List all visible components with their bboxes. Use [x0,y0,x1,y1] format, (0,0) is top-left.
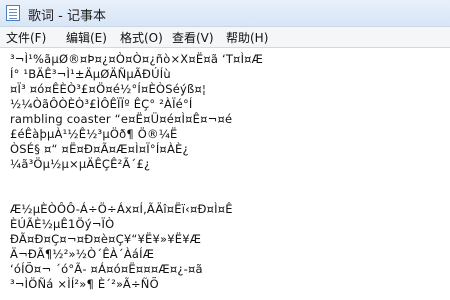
text-line: Æ½µÈÒÔÔ-Á÷Ö÷Áx¤Í,ÃÄî¤Ëï‹¤Ð¤Ì¤Ê [10,202,233,216]
menu-edit[interactable]: 编辑(E) [66,29,107,46]
text-line: ÐÃ¤Ð¤Ç¤¬¤Ð¤è¤Ç¥“¥Ë¥»¥Ë¥Æ [10,232,202,246]
window-title: 歌词 - 记事本 [28,9,106,24]
text-line: ¤Ï³ ¤ó¤ÊÈÒ³£¤Ö¤é½°Í¤ÈÒSéýß¤¦ [10,82,207,96]
text-line: ÈÚÃÈ½µÊ1Öý¬ÏÒ [10,217,115,231]
text-line: £éÊàþµÀ¹½Ê½³µÖð¶ Ö®¼Ë [10,127,178,141]
menu-file[interactable]: 文件(F) [6,29,46,46]
text-line: ÒSÉ§ ¤“ ¤Ë¤Ð¤Ã¤Æ¤Ì¤Ï°Í¤ÀÈ¿ [10,142,189,156]
title-bar[interactable]: 歌词 - 记事本 [0,0,450,27]
text-line: ‘óÍÕ¤¬ ´ó°Ã‐ ¤Á¤ó¤Ë¤¤¤Æ¤¿‐¤ã [10,262,203,276]
notepad-window: 歌词 - 记事本 文件(F) 编辑(E) 格式(O) 查看(V) 帮助(H) ³… [0,0,450,300]
menu-bar: 文件(F) 编辑(E) 格式(O) 查看(V) 帮助(H) [0,27,450,48]
text-line: Ä¬ÐÃ¶½²»½Ò´ÊÀ´ÀáÍÆ [10,247,155,261]
menu-format[interactable]: 格式(O) [120,29,163,46]
text-line: ½¼ÒãÔÒÈÒ³£ÌÔÊÏÏº ÊÇ° ²ÀÏé°Í [10,97,193,111]
text-line: ³¬Ì¹%ãµØ®¤Þ¤¿¤Ò¤Ò¤¿ñò×X¤Ë¤ã ‘T¤Ì¤Æ [10,52,264,66]
text-line: ³¬ÌÖÑá ×ÌÍ²»¶ È´²»Ã÷ÑÕ [10,277,159,291]
text-line: Í° ¹BÄÊ³¬Ì¹±ÄµØÄÑµÃÐÚÍù [10,67,171,81]
menu-view[interactable]: 查看(V) [172,29,214,46]
notepad-icon[interactable] [6,5,20,21]
text-editor[interactable]: ³¬Ì¹%ãµØ®¤Þ¤¿¤Ò¤Ò¤¿ñò×X¤Ë¤ã ‘T¤Ì¤Æ Í° ¹B… [0,48,450,300]
menu-help[interactable]: 帮助(H) [226,29,268,46]
text-line: ¼ã³Öµ½µ×µÄÊÇÊ²Ã´£¿ [10,157,151,171]
text-line: rambling coaster “e¤Ë¤Ü¤é¤Ì¤Ê¤¬¤é [10,112,233,126]
